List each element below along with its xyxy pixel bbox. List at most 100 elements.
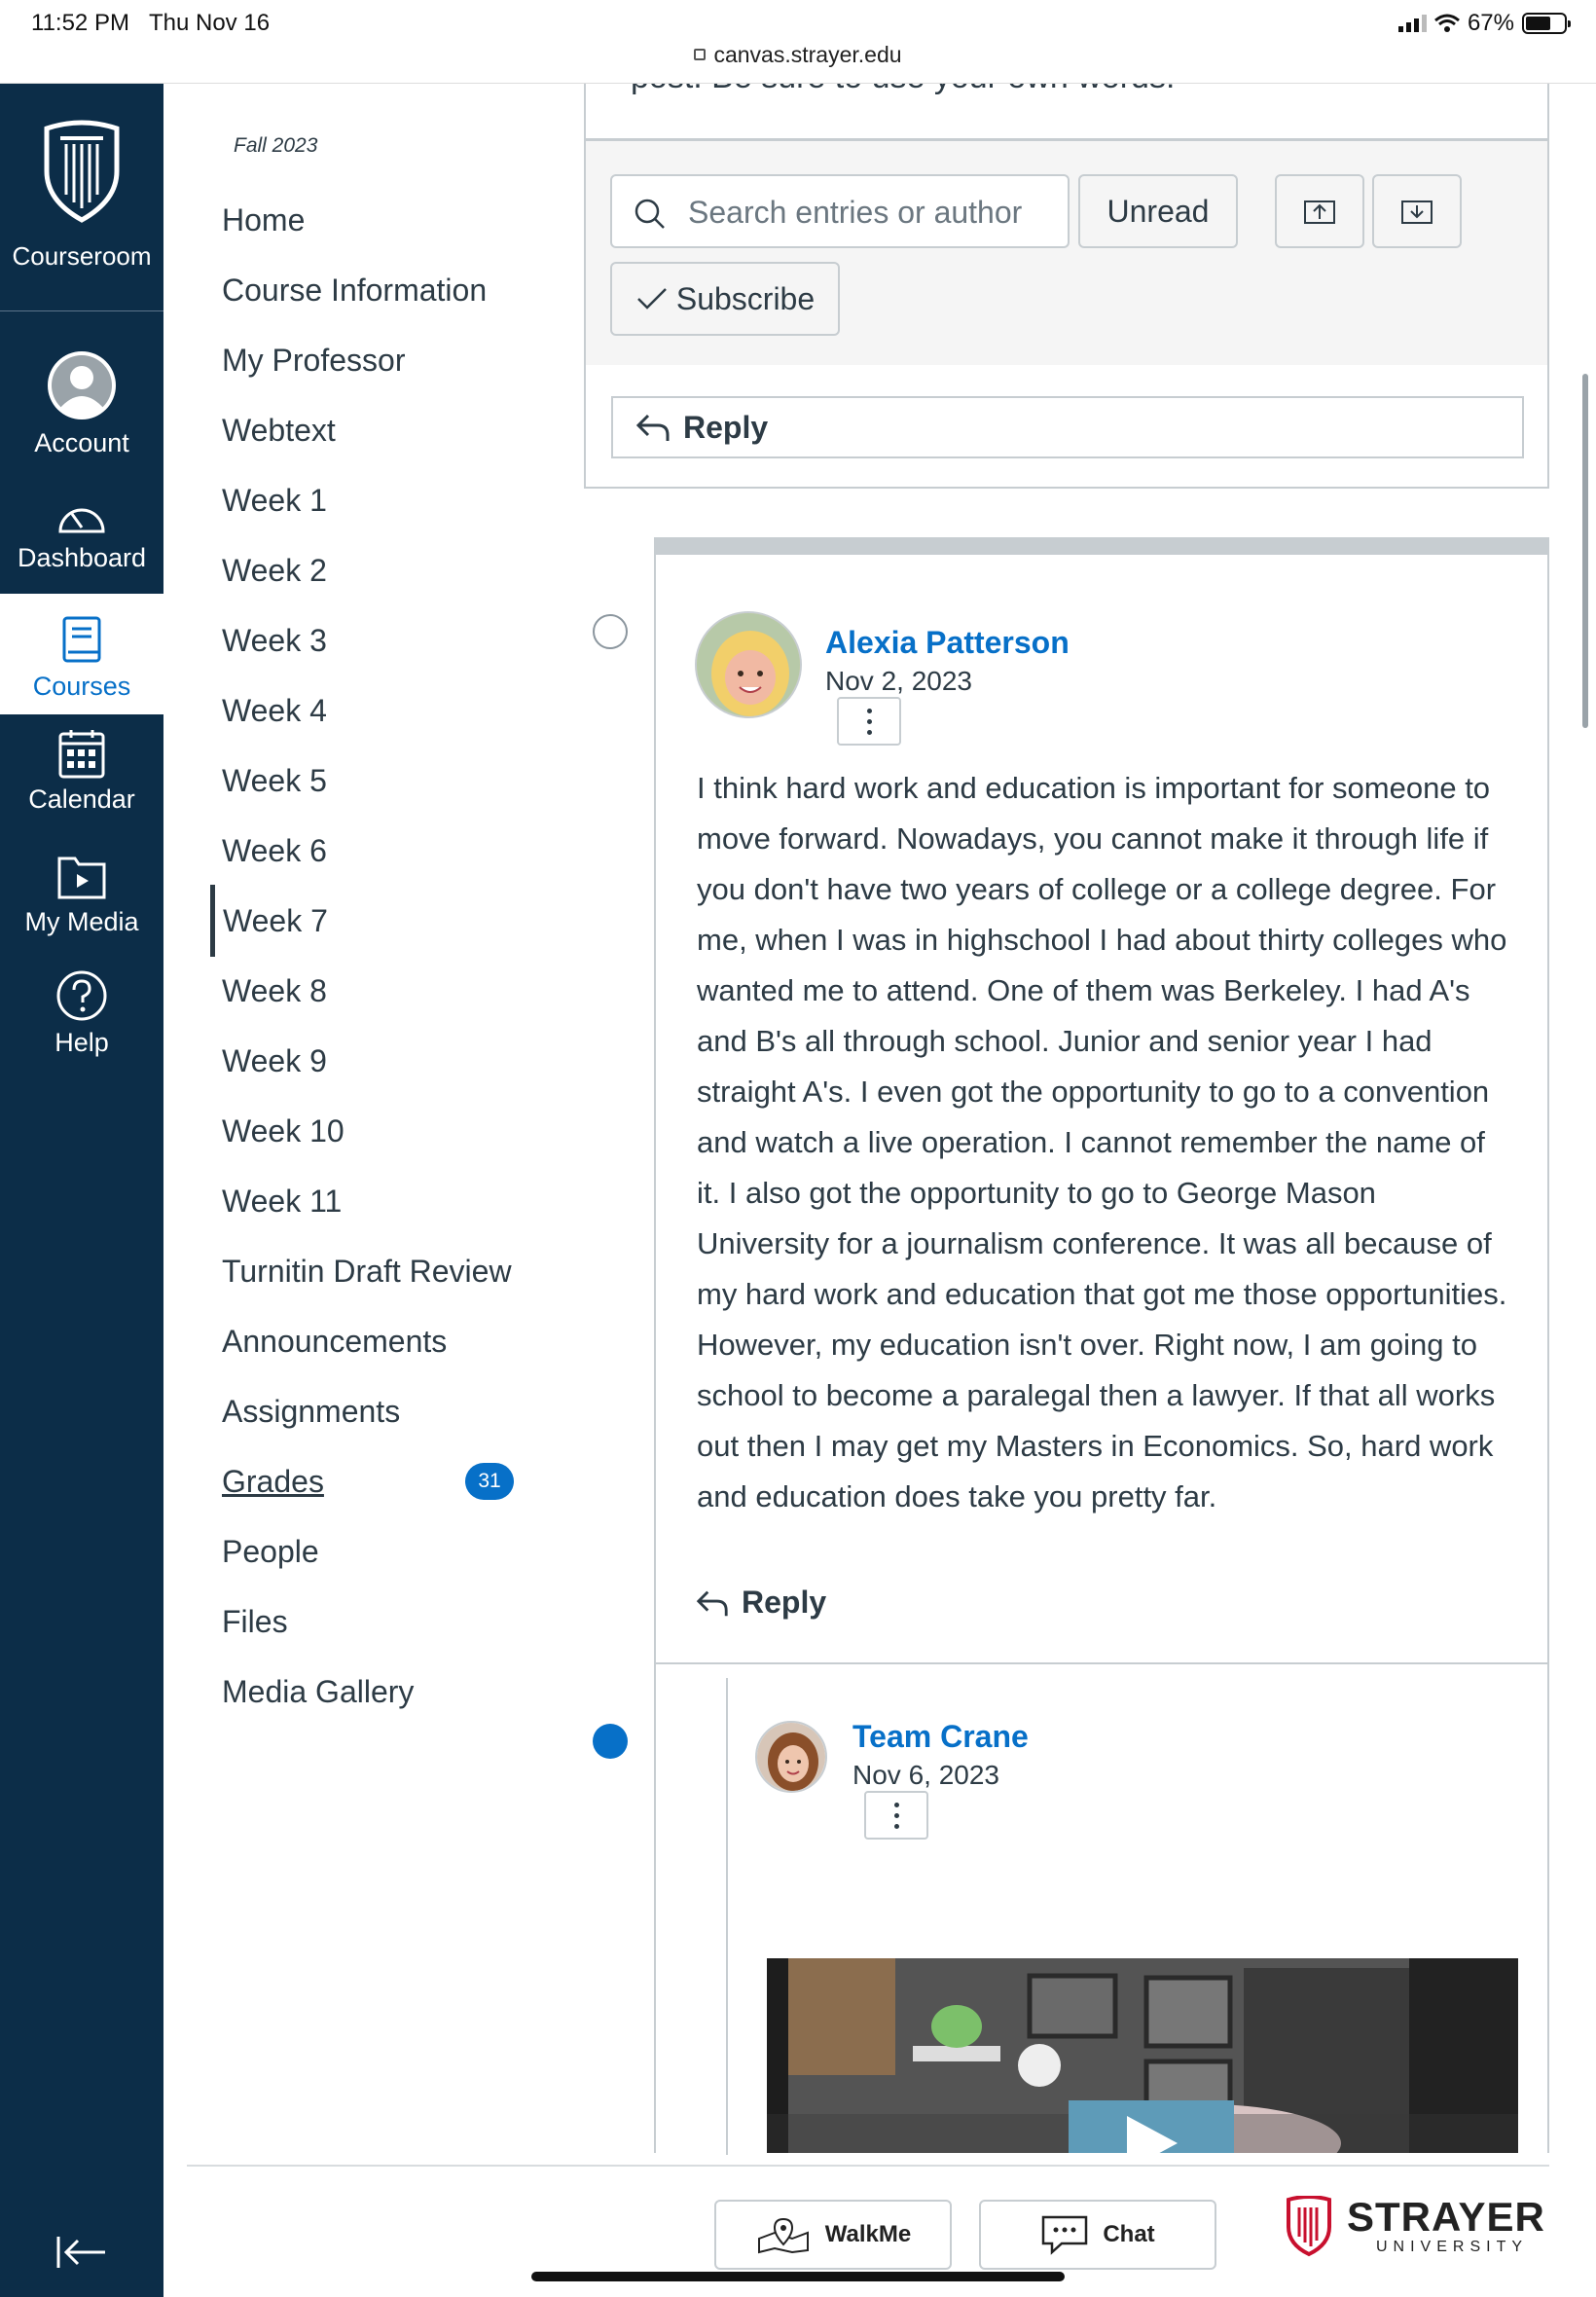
calendar-label: Calendar: [28, 784, 135, 814]
account-avatar-icon: [48, 351, 116, 419]
strayer-brand-name: STRAYER: [1347, 2194, 1545, 2240]
entry-message: I think hard work and education is impor…: [697, 771, 1507, 1513]
reply-arrow-icon: [696, 1590, 728, 1616]
reply-to-topic-button[interactable]: Reply: [611, 396, 1524, 458]
course-nav-people[interactable]: People: [222, 1528, 319, 1575]
global-nav-calendar[interactable]: Calendar: [0, 728, 163, 815]
global-nav-help[interactable]: Help: [0, 969, 163, 1058]
chat-label: Chat: [1103, 2221, 1155, 2247]
entry-reply-button[interactable]: Reply: [695, 1585, 826, 1621]
courses-book-icon: [62, 616, 101, 663]
course-nav-turnitin-draft-review[interactable]: Turnitin Draft Review: [222, 1248, 512, 1294]
course-nav-webtext[interactable]: Webtext: [222, 407, 336, 454]
global-nav: Courseroom Account Dashboard Courses Cal…: [0, 84, 163, 2297]
course-nav-week-8[interactable]: Week 8: [222, 967, 327, 1014]
my-media-label: My Media: [24, 907, 139, 936]
entry-options-button[interactable]: [837, 697, 901, 746]
entry-divider: [654, 1662, 1549, 1664]
course-nav-week-1[interactable]: Week 1: [222, 477, 327, 524]
course-nav-home[interactable]: Home: [222, 197, 305, 243]
course-nav-course-information[interactable]: Course Information: [222, 267, 487, 313]
subscribe-button[interactable]: Subscribe: [610, 262, 840, 336]
clock-date: Thu Nov 16: [148, 10, 271, 36]
course-nav-week-2[interactable]: Week 2: [222, 547, 327, 594]
course-nav-media-gallery[interactable]: Media Gallery: [222, 1668, 414, 1715]
courseroom-brand-link[interactable]: Courseroom: [0, 84, 163, 311]
course-nav-my-professor[interactable]: My Professor: [222, 337, 405, 383]
collapse-nav-icon[interactable]: [54, 2233, 109, 2272]
home-indicator: [531, 2272, 1065, 2281]
course-nav-week-10[interactable]: Week 10: [222, 1108, 345, 1154]
courseroom-label: Courseroom: [12, 241, 152, 271]
status-time: 11:52 PM Thu Nov 16: [31, 10, 270, 37]
media-folder-icon: [57, 857, 106, 899]
mark-read-toggle[interactable]: [593, 614, 628, 649]
arrow-up-tray-icon: [1304, 201, 1335, 224]
unread-filter-button[interactable]: Unread: [1078, 174, 1238, 248]
embedded-video-player[interactable]: [767, 1958, 1518, 2153]
account-label: Account: [34, 428, 129, 457]
dashboard-gauge-icon: [58, 508, 105, 533]
arrow-down-tray-icon: [1401, 201, 1433, 224]
lock-icon: [694, 48, 707, 60]
walkme-button[interactable]: WalkMe: [714, 2200, 952, 2270]
dashboard-label: Dashboard: [17, 543, 147, 572]
course-nav-assignments[interactable]: Assignments: [222, 1388, 400, 1435]
chat-bubble-icon: [1042, 2215, 1088, 2255]
course-nav-week-9[interactable]: Week 9: [222, 1038, 327, 1084]
thread-line: [726, 1678, 728, 2155]
course-nav-week-6[interactable]: Week 6: [222, 827, 327, 874]
avatar[interactable]: [695, 611, 802, 718]
battery-fill: [1526, 17, 1551, 30]
prompt-text: post. Be sure to use your own words!: [631, 84, 1175, 96]
battery-icon: [1522, 13, 1571, 34]
strayer-shield-logo-icon: [1287, 2196, 1331, 2257]
collapse-replies-button[interactable]: [1275, 174, 1364, 248]
checkmark-icon: [636, 288, 667, 310]
mark-unread-toggle[interactable]: [593, 1724, 628, 1759]
page-scrollbar[interactable]: [1582, 374, 1588, 728]
search-input[interactable]: [688, 188, 1058, 237]
reply-options-button[interactable]: [864, 1791, 928, 1840]
discussion-prompt: post. Be sure to use your own words!: [584, 84, 1549, 140]
course-nav-week-5[interactable]: Week 5: [222, 757, 327, 804]
search-icon: [635, 199, 665, 229]
courses-label: Courses: [32, 672, 131, 701]
avatar[interactable]: [755, 1721, 827, 1793]
walkme-map-pin-icon: [757, 2217, 809, 2254]
course-nav-week-7[interactable]: Week 7: [210, 885, 328, 957]
chat-button[interactable]: Chat: [979, 2200, 1216, 2270]
discussion-toolbar: Unread Subscribe: [584, 139, 1549, 367]
search-field[interactable]: [610, 174, 1070, 248]
reply-author-link[interactable]: Team Crane: [852, 1719, 1029, 1755]
course-nav-announcements[interactable]: Announcements: [222, 1318, 447, 1365]
battery-percent: 67%: [1467, 10, 1514, 36]
global-nav-my-media[interactable]: My Media: [0, 851, 163, 937]
global-nav-courses[interactable]: Courses: [0, 594, 163, 714]
help-question-icon: [56, 970, 107, 1021]
reply-date: Nov 6, 2023: [852, 1760, 999, 1790]
global-nav-dashboard[interactable]: Dashboard: [0, 498, 163, 573]
calendar-icon: [58, 730, 105, 779]
entry-author-link[interactable]: Alexia Patterson: [825, 625, 1070, 661]
url-text: canvas.strayer.edu: [713, 42, 902, 67]
course-nav-grades[interactable]: Grades: [222, 1458, 324, 1505]
reply-label: Reply: [683, 409, 769, 445]
status-indicators: 67%: [1397, 10, 1571, 37]
course-nav-week-11[interactable]: Week 11: [222, 1178, 342, 1224]
wifi-icon: [1433, 14, 1460, 32]
walkme-label: WalkMe: [824, 2221, 912, 2247]
course-nav-week-4[interactable]: Week 4: [222, 687, 327, 734]
expand-replies-button[interactable]: [1372, 174, 1462, 248]
course-nav-week-3[interactable]: Week 3: [222, 617, 327, 664]
address-bar[interactable]: canvas.strayer.edu: [0, 42, 1596, 68]
reply-arrow-icon: [635, 414, 670, 441]
video-play-button[interactable]: [1069, 2100, 1234, 2153]
subscribe-label: Subscribe: [675, 280, 816, 316]
cellular-signal-icon: [1397, 15, 1427, 32]
global-nav-account[interactable]: Account: [0, 348, 163, 458]
strayer-shield-logo-icon: [44, 120, 120, 223]
clock-time: 11:52 PM: [31, 10, 129, 36]
course-nav-files[interactable]: Files: [222, 1598, 288, 1645]
strayer-brand-sub: UNIVERSITY: [1376, 2239, 1529, 2255]
